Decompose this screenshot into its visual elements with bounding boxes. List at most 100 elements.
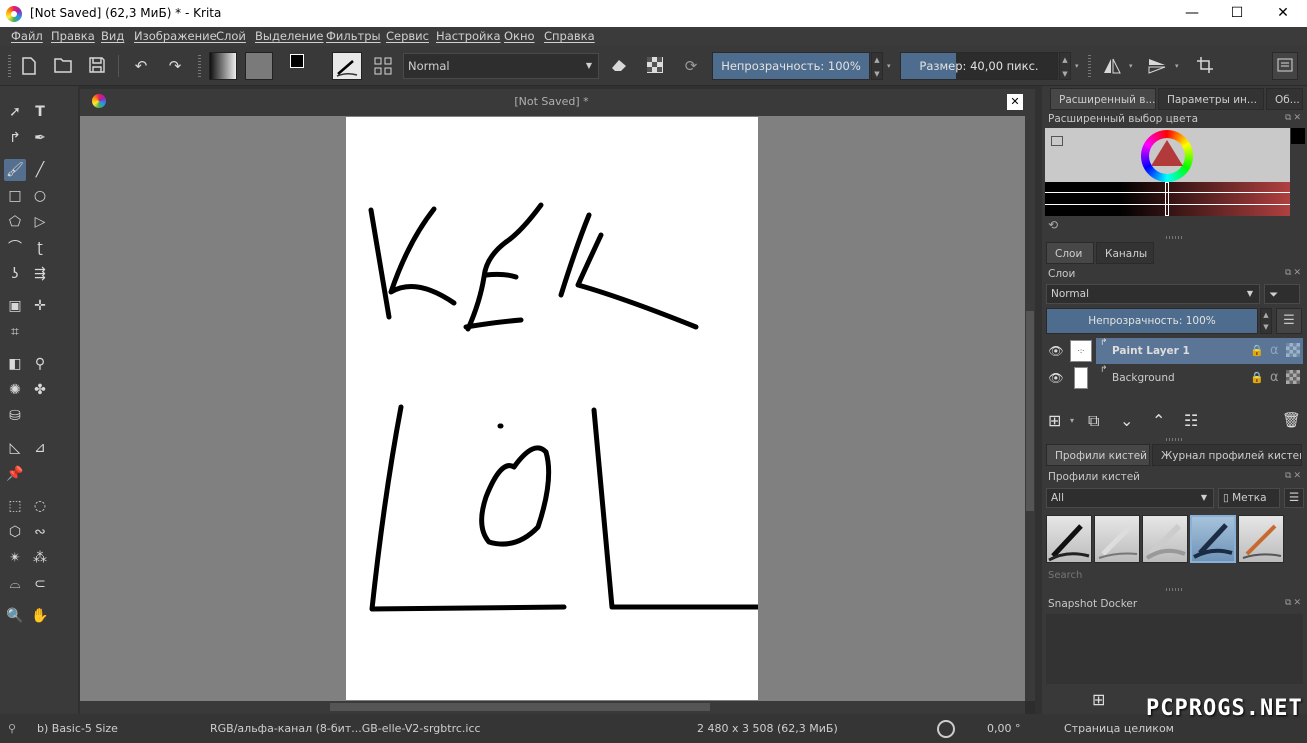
layer-opacity-spin[interactable]: ▲ ▼ [1260, 308, 1272, 334]
toolbar-grip[interactable] [1088, 55, 1091, 77]
tab-advanced-color-selector[interactable]: Расширенный в... [1050, 88, 1156, 110]
brush-preset-basic-5-size[interactable] [1190, 515, 1236, 563]
toolbar-grip[interactable] [8, 55, 11, 77]
magnetic-selection-tool-icon[interactable]: ⊂ [29, 573, 51, 595]
color-shade-strips[interactable] [1045, 182, 1290, 216]
size-slider[interactable]: Размер: 40,00 пикс. [900, 52, 1058, 80]
contiguous-selection-tool-icon[interactable]: ✴ [4, 547, 26, 569]
rotation-dial-icon[interactable] [937, 720, 955, 738]
open-document-icon[interactable] [52, 52, 74, 80]
redo-icon[interactable]: ↷ [164, 52, 186, 80]
maximize-button[interactable]: ☐ [1214, 0, 1260, 27]
docker-resize-handle[interactable] [1166, 236, 1184, 239]
layer-name[interactable]: Paint Layer 1 [1112, 345, 1190, 357]
vertical-scrollbar[interactable] [1025, 116, 1035, 701]
vertical-scrollbar-thumb[interactable] [1026, 311, 1034, 511]
color-patches-tool-icon[interactable]: ✺ [4, 379, 26, 401]
menu-layer[interactable]: Слой [216, 29, 246, 43]
new-document-icon[interactable] [18, 52, 40, 80]
size-spin-buttons[interactable]: ▲ ▼ [1059, 52, 1071, 80]
close-window-button[interactable]: ✕ [1260, 0, 1306, 27]
layer-row-background[interactable]: 👁 ↱ Background 🔒 α [1046, 365, 1303, 391]
document-tab[interactable]: [Not Saved] * ✕ [80, 89, 1035, 116]
canvas-viewport[interactable] [80, 116, 1025, 701]
workspace-chooser-icon[interactable] [1272, 52, 1298, 80]
docker-float-close-icons[interactable]: ⧉✕ [1285, 471, 1303, 481]
rectangular-selection-tool-icon[interactable]: ⬚ [4, 495, 26, 517]
freehand-path-tool-icon[interactable]: ʈ [29, 237, 51, 259]
polygonal-selection-tool-icon[interactable]: ⬡ [4, 521, 26, 543]
freehand-selection-tool-icon[interactable]: ∾ [29, 521, 51, 543]
eye-icon[interactable]: 👁 [1046, 365, 1066, 391]
edit-shapes-tool-icon[interactable]: ↱ [4, 127, 26, 149]
smart-patch-tool-icon[interactable]: ✤ [29, 379, 51, 401]
move-tool-icon[interactable]: ✛ [29, 295, 51, 317]
similar-selection-tool-icon[interactable]: ⁂ [29, 547, 51, 569]
add-snapshot-icon[interactable]: ⊞ [1092, 690, 1105, 709]
calligraphy-tool-icon[interactable]: ✒ [29, 127, 51, 149]
layer-properties-sliders-icon[interactable]: ☷ [1184, 411, 1198, 430]
close-document-button[interactable]: ✕ [1007, 94, 1023, 110]
menu-image[interactable]: Изображение [134, 29, 217, 43]
tab-channels[interactable]: Каналы [1096, 242, 1154, 264]
menu-tools[interactable]: Сервис [386, 29, 429, 43]
layer-blend-mode-select[interactable]: Normal ▼ [1046, 284, 1260, 304]
refresh-colors-icon[interactable]: ⟲ [1048, 218, 1058, 232]
color-selector-widget[interactable] [1045, 128, 1290, 216]
tab-brush-history[interactable]: Журнал профилей кистей [1152, 444, 1302, 466]
text-tool-icon[interactable]: T [29, 101, 51, 123]
brush-preset-icon[interactable] [332, 52, 362, 80]
color-selector-settings-icon[interactable] [1051, 136, 1063, 146]
color-picker-tool-icon[interactable]: ⚲ [29, 353, 51, 375]
brush-settings-icon[interactable] [371, 52, 395, 80]
save-document-icon[interactable] [86, 52, 108, 80]
gradient-selector[interactable] [209, 52, 237, 80]
assistant-tool-icon[interactable]: ◺ [4, 437, 26, 459]
tab-tool-options[interactable]: Параметры ин... [1158, 88, 1264, 110]
zoom-tool-icon[interactable]: 🔍 [4, 605, 26, 627]
brush-preset-airbrush[interactable] [1142, 515, 1188, 563]
polygon-tool-icon[interactable]: ⬠ [4, 211, 26, 233]
mirror-horizontal-dropdown[interactable]: ▾ [1129, 62, 1133, 70]
eye-icon[interactable]: 👁 [1046, 338, 1066, 364]
rectangle-tool-icon[interactable]: □ [4, 185, 26, 207]
tab-layers[interactable]: Слои [1046, 242, 1094, 264]
preserve-alpha-icon[interactable] [642, 52, 668, 80]
measure-tool-icon[interactable]: ⊿ [29, 437, 51, 459]
gradient-tool-icon[interactable]: ◧ [4, 353, 26, 375]
zoom-level[interactable]: Страница целиком [1064, 722, 1174, 735]
add-layer-icon[interactable]: ⊞ [1048, 411, 1061, 430]
line-tool-icon[interactable]: ╱ [29, 159, 51, 181]
crop-tool-icon[interactable]: ⌗ [4, 321, 26, 343]
foreground-color-swatch[interactable] [290, 54, 304, 68]
freehand-brush-tool-icon[interactable]: 🖌 [4, 159, 26, 181]
mirror-horizontal-icon[interactable] [1099, 52, 1125, 80]
minimize-button[interactable]: — [1169, 0, 1215, 27]
menu-settings[interactable]: Настройка [436, 29, 501, 43]
size-dropdown-arrow[interactable]: ▾ [1075, 62, 1079, 70]
menu-filters[interactable]: Фильтры [326, 29, 381, 43]
mirror-vertical-icon[interactable] [1144, 52, 1170, 80]
alpha-lock-icon[interactable]: α [1270, 343, 1279, 358]
brush-search-input[interactable]: Search [1048, 570, 1082, 581]
transform-tool-icon[interactable]: ▣ [4, 295, 26, 317]
alpha-lock-icon[interactable]: α [1270, 370, 1279, 385]
menu-edit[interactable]: Правка [51, 29, 95, 43]
select-shapes-tool-icon[interactable]: ➚ [4, 101, 26, 123]
opacity-spin-buttons[interactable]: ▲ ▼ [871, 52, 883, 80]
bezier-curve-tool-icon[interactable]: ⌒ [4, 237, 26, 259]
hue-ring[interactable] [1141, 130, 1193, 182]
saturation-value-triangle[interactable] [1151, 140, 1183, 166]
docker-float-close-icons[interactable]: ⧉✕ [1285, 268, 1303, 278]
inherit-alpha-icon[interactable] [1286, 370, 1300, 384]
blend-mode-select[interactable]: Normal ▼ [403, 53, 599, 79]
duplicate-layer-icon[interactable]: ⧉ [1088, 411, 1099, 431]
docker-resize-handle[interactable] [1166, 438, 1184, 441]
rotation-angle[interactable]: 0,00 ° [987, 722, 1021, 735]
mirror-vertical-dropdown[interactable]: ▾ [1175, 62, 1179, 70]
layer-row-paint-layer-1[interactable]: 👁 ·:· ↱ Paint Layer 1 🔒 α [1046, 338, 1303, 364]
pattern-selector[interactable] [245, 52, 273, 80]
bezier-selection-tool-icon[interactable]: ⌓ [4, 573, 26, 595]
add-layer-dropdown[interactable]: ▾ [1070, 416, 1074, 425]
brush-view-mode-icon[interactable]: ☰ [1284, 488, 1304, 508]
